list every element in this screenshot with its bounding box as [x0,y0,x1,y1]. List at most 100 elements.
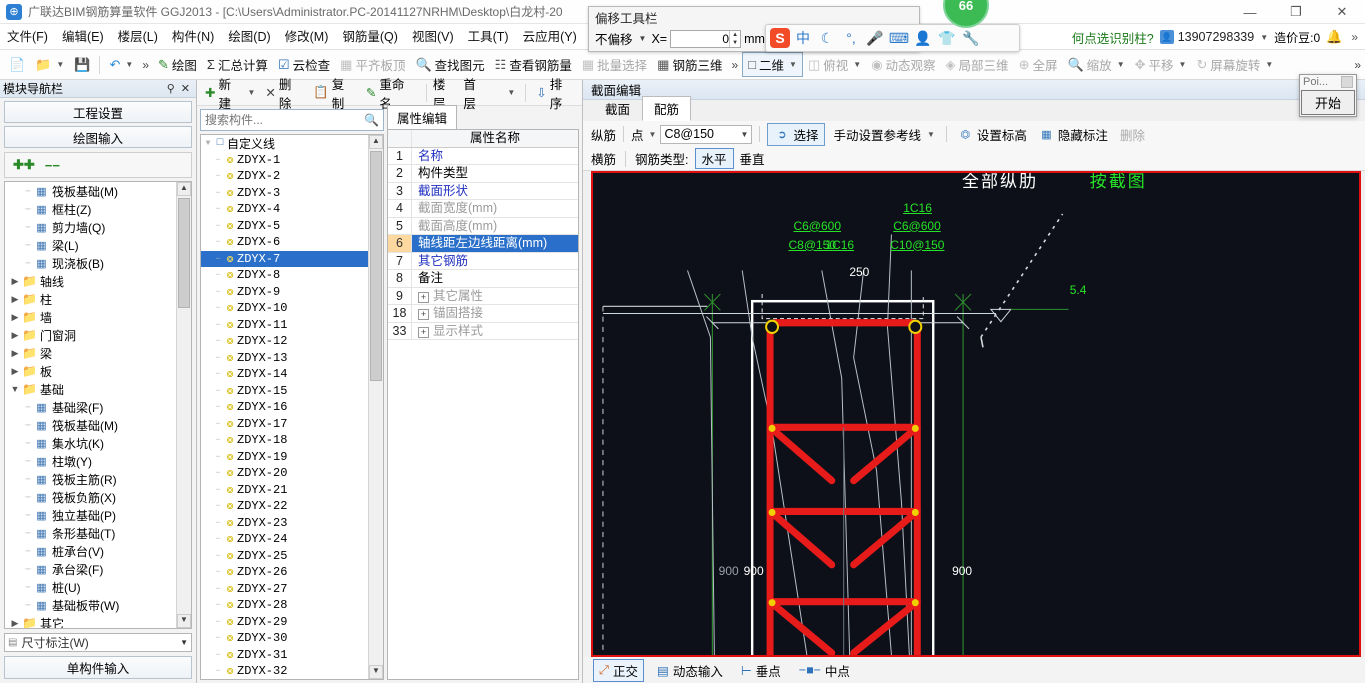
local-3d-button[interactable]: ◈ 局部三维 [941,53,1014,76]
close-icon[interactable]: ✕ [178,82,193,95]
chevron-down-icon[interactable]: ▼ [639,34,647,43]
nav-tree-item-6[interactable]: ▶ 📁 柱 [5,290,176,308]
chevron-down-icon[interactable]: ▼ [1260,33,1268,42]
nav-combo-select[interactable]: ▤ 尺寸标注(W) ▼ [4,633,192,652]
nav-tree-item-4[interactable]: ┈ ▦ 现浇板(B) [5,254,176,272]
chevron-down-icon[interactable]: ▼ [9,384,21,394]
scroll-up-icon[interactable]: ▲ [369,135,383,149]
rebar-shape-select[interactable]: 点 ▼ [631,125,656,144]
nav-tree-item-20[interactable]: ┈ ▦ 桩承台(V) [5,542,176,560]
chevron-down-icon[interactable]: ▼ [1179,60,1187,69]
chevron-down-icon[interactable]: ▼ [649,130,657,139]
chevron-down-icon[interactable]: ▼ [180,638,188,647]
chevron-down-icon[interactable]: ▼ [741,130,749,139]
degree-icon[interactable]: °, [840,27,862,49]
chevron-right-icon[interactable]: ▶ [9,294,21,305]
nav-button-drawing-input[interactable]: 绘图输入 [4,126,192,148]
property-row[interactable]: 18 + 锚固搭接 [388,305,578,323]
scroll-down-icon[interactable]: ▼ [177,614,191,628]
toolbar-overflow-3-icon[interactable]: » [1350,58,1365,72]
component-list-item[interactable]: ┈ ❂ ZDYX-25 [201,548,369,565]
component-list-item[interactable]: ┈ ❂ ZDYX-6 [201,234,369,251]
close-button[interactable]: ✕ [1319,0,1365,24]
2d-button[interactable]: □ 二维 ▼ [742,52,803,77]
component-list-item[interactable]: ┈ ❂ ZDYX-5 [201,218,369,235]
nav-tree-item-22[interactable]: ┈ ▦ 桩(U) [5,578,176,596]
status-dynamic-input-button[interactable]: ▤ 动态输入 [652,660,728,681]
component-list-item[interactable]: ┈ ❂ ZDYX-9 [201,284,369,301]
menu-item-4[interactable]: 绘图(D) [221,24,277,50]
expand-all-icon[interactable]: ✚✚ [13,157,35,173]
status-ortho-button[interactable]: ⤢ 正交 [593,658,645,682]
rebar-type-option-vertical[interactable]: 垂直 [740,149,765,168]
component-list-item[interactable]: ┈ ❂ ZDYX-10 [201,300,369,317]
minimize-button[interactable]: — [1227,0,1273,24]
scroll-thumb[interactable] [178,198,190,308]
menu-item-6[interactable]: 钢筋量(Q) [335,24,405,50]
nav-tree-item-19[interactable]: ┈ ▦ 条形基础(T) [5,524,176,542]
pan-button[interactable]: ✥ 平移 ▼ [1130,53,1192,76]
menu-item-9[interactable]: 云应用(Y) [516,24,584,50]
set-elevation-button[interactable]: ⏣ 设置标高 [954,124,1031,145]
component-list-item[interactable]: ┈ ❂ ZDYX-13 [201,350,369,367]
property-row[interactable]: 9 + 其它属性 [388,287,578,305]
maximize-button[interactable]: ❐ [1273,0,1319,24]
component-list-item[interactable]: ┈ ❂ ZDYX-27 [201,581,369,598]
orbit-button[interactable]: ◉ 动态观察 [866,53,940,76]
chevron-down-icon[interactable]: ▼ [203,139,213,148]
component-list-item[interactable]: ┈ ❂ ZDYX-1 [201,152,369,169]
fullscreen-button[interactable]: ⊕ 全屏 [1014,53,1063,76]
property-row[interactable]: 4 截面宽度(mm) [388,200,578,218]
component-list-item[interactable]: ┈ ❂ ZDYX-28 [201,597,369,614]
component-list-item[interactable]: ┈ ❂ ZDYX-22 [201,498,369,515]
chevron-down-icon[interactable]: ▼ [927,130,935,139]
nav-tree-item-11[interactable]: ▼ 📁 基础 [5,380,176,398]
component-list-item[interactable]: ┈ ❂ ZDYX-18 [201,432,369,449]
open-file-button[interactable]: 📁 ▼ [30,55,69,75]
component-list-item[interactable]: ┈ ❂ ZDYX-3 [201,185,369,202]
poi-start-button[interactable]: 开始 [1301,90,1355,115]
component-tree-scrollbar[interactable]: ▲ ▼ [368,135,383,679]
collapse-all-icon[interactable]: −− [45,158,60,173]
poi-panel-close-icon[interactable] [1341,76,1353,88]
microphone-icon[interactable]: 🎤 [864,27,886,49]
nav-tree-item-24[interactable]: ▶ 📁 其它 [5,614,176,628]
component-list-item[interactable]: ┈ ❂ ZDYX-16 [201,399,369,416]
offset-x-input[interactable] [671,30,730,47]
search-icon[interactable]: 🔍 [364,113,379,127]
notification-bell-icon[interactable]: 🔔 [1326,29,1342,45]
expand-icon[interactable]: + [418,309,429,320]
component-tree-root[interactable]: ▼ □ 自定义线 [201,135,369,152]
topview-button[interactable]: ◫ 俯视 ▼ [803,53,866,76]
chevron-down-icon[interactable]: ▼ [125,60,133,69]
scroll-up-icon[interactable]: ▲ [177,182,191,196]
nav-tree-item-12[interactable]: ┈ ▦ 基础梁(F) [5,398,176,416]
coin-balance[interactable]: 造价豆:0 [1274,29,1320,46]
skin-icon[interactable]: 👤 [912,27,934,49]
stepper-arrows[interactable]: ▲ ▼ [729,30,740,47]
property-row[interactable]: 3 截面形状 [388,182,578,200]
chevron-down-icon[interactable]: ▼ [507,88,515,97]
component-list-item[interactable]: ┈ ❂ ZDYX-31 [201,647,369,664]
nav-tree-item-16[interactable]: ┈ ▦ 筏板主筋(R) [5,470,176,488]
properties-table[interactable]: 属性名称 1 名称 2 构件类型 3 截面形状 4 截面宽度(mm) 5 截面高度(mm) 6 轴线距… [387,129,579,680]
expand-icon[interactable]: + [418,291,429,303]
menu-item-8[interactable]: 工具(T) [461,24,516,50]
tab-property-edit[interactable]: 属性编辑 [387,105,458,129]
chevron-right-icon[interactable]: ▶ [9,330,21,341]
property-row[interactable]: 8 备注 [388,270,578,288]
sogou-logo-icon[interactable]: S [770,28,790,48]
nav-tree-item-1[interactable]: ┈ ▦ 框柱(Z) [5,200,176,218]
component-list-item[interactable]: ┈ ❂ ZDYX-20 [201,465,369,482]
nav-tree-item-18[interactable]: ┈ ▦ 独立基础(P) [5,506,176,524]
component-list-item[interactable]: ┈ ❂ ZDYX-23 [201,515,369,532]
nav-button-project-settings[interactable]: 工程设置 [4,101,192,123]
nav-tree-item-14[interactable]: ┈ ▦ 集水坑(K) [5,434,176,452]
component-list-item[interactable]: ┈ ❂ ZDYX-14 [201,366,369,383]
component-list-item[interactable]: ┈ ❂ ZDYX-30 [201,630,369,647]
component-list-item[interactable]: ┈ ❂ ZDYX-26 [201,564,369,581]
property-row[interactable]: 33 + 显示样式 [388,322,578,340]
nav-tree-item-0[interactable]: ┈ ▦ 筏板基础(M) [5,182,176,200]
property-row[interactable]: 1 名称 [388,147,578,165]
component-list-item[interactable]: ┈ ❂ ZDYX-21 [201,482,369,499]
